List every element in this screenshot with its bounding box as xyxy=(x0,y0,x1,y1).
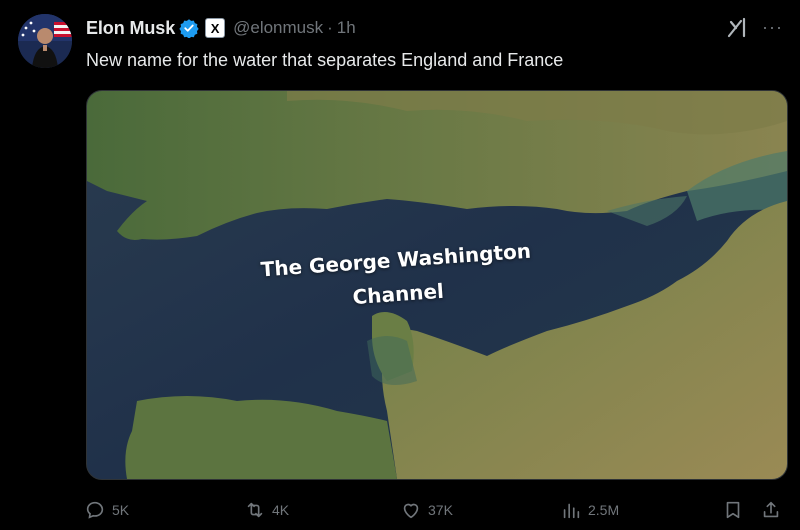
post-image[interactable]: The George Washington Channel xyxy=(86,90,788,480)
share-icon xyxy=(763,501,779,518)
share-button[interactable] xyxy=(760,496,782,524)
more-options-icon[interactable]: ··· xyxy=(762,18,783,36)
handle[interactable]: @elonmusk xyxy=(233,18,323,38)
grok-icon[interactable] xyxy=(726,16,750,40)
avatar[interactable] xyxy=(18,14,72,68)
separator-dot: · xyxy=(327,18,333,37)
verified-badge-icon[interactable] xyxy=(179,18,199,39)
heart-icon xyxy=(403,503,419,519)
like-button[interactable]: 37K xyxy=(400,496,453,524)
views-chart-icon xyxy=(563,503,580,519)
action-bar: 5K 4K 37K 2.5M xyxy=(80,496,790,524)
bookmark-icon xyxy=(726,501,740,519)
post-header: Elon Musk X @elonmusk · 1h xyxy=(86,16,356,40)
repost-count: 4K xyxy=(272,502,290,518)
tweet[interactable]: Elon Musk X @elonmusk · 1h ··· New name … xyxy=(0,0,800,530)
bookmark-button[interactable] xyxy=(722,496,744,524)
views-button[interactable]: 2.5M xyxy=(560,496,619,524)
reply-icon xyxy=(86,501,104,519)
timestamp[interactable]: 1h xyxy=(337,18,356,38)
view-count: 2.5M xyxy=(588,502,620,518)
repost-button[interactable]: 4K xyxy=(244,496,289,524)
reply-button[interactable]: 5K xyxy=(84,496,129,524)
post-text: New name for the water that separates En… xyxy=(86,50,564,70)
like-count: 37K xyxy=(428,502,453,518)
display-name[interactable]: Elon Musk xyxy=(86,18,175,39)
repost-icon xyxy=(247,502,263,518)
affiliate-badge-icon[interactable]: X xyxy=(205,18,226,38)
reply-count: 5K xyxy=(112,502,130,518)
